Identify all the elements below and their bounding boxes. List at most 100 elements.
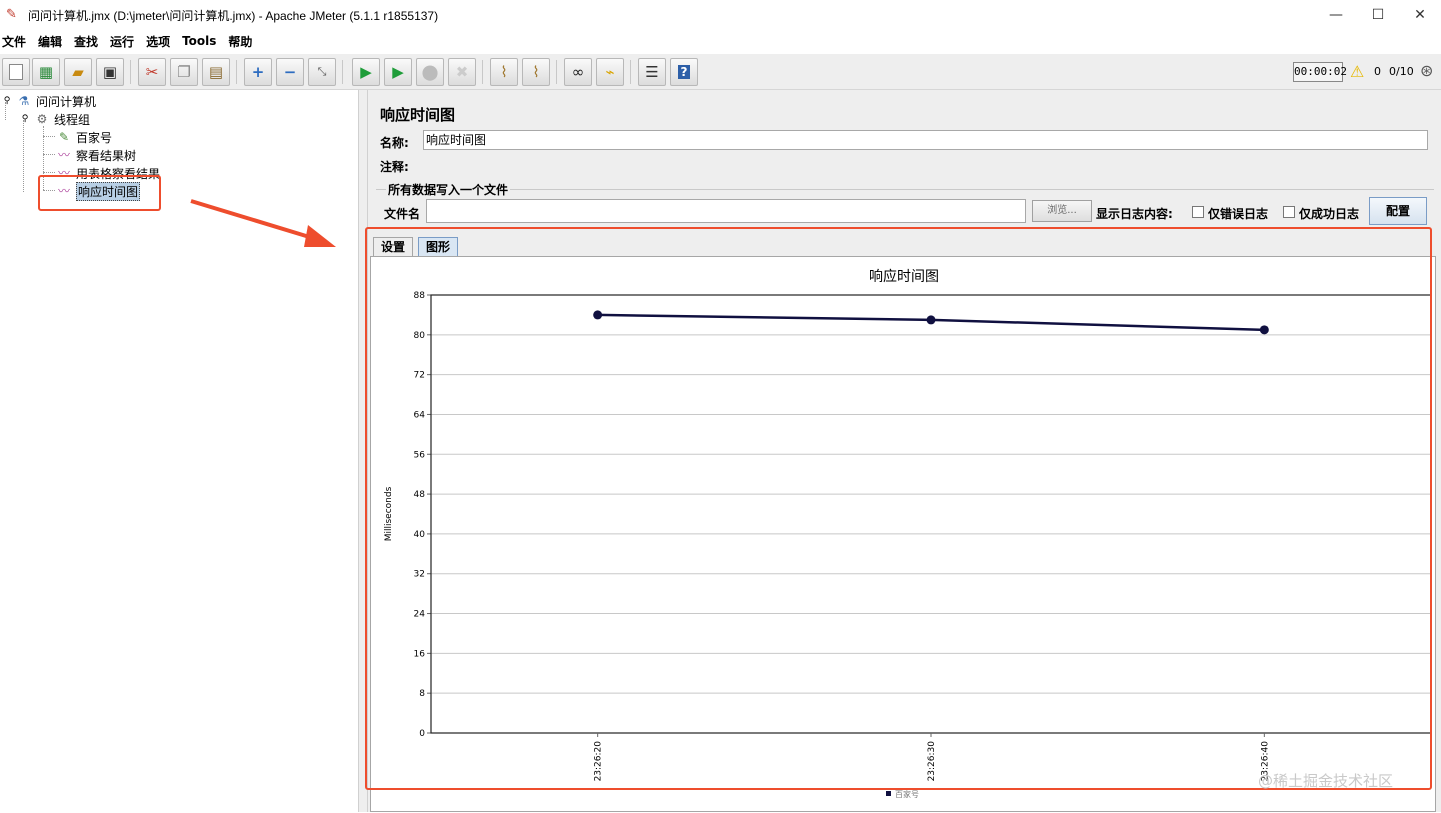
tree-item-label: 察看结果树 — [76, 148, 137, 163]
listener-icon: 〰 — [57, 148, 70, 162]
toolbar-separator — [630, 60, 631, 84]
clear-all-icon: ⌇ — [532, 63, 540, 81]
name-label: 名称: — [380, 136, 409, 150]
start-no-pause-button[interactable]: ▶ — [384, 58, 412, 86]
tree-item-thread-group[interactable]: ⚲ ⚙ 线程组 — [20, 110, 90, 128]
tree-connector — [23, 120, 24, 192]
watermark: @稀土掘金技术社区 — [1258, 772, 1394, 790]
browse-button[interactable]: 浏览... — [1032, 200, 1092, 222]
paste-button[interactable]: ▤ — [202, 58, 230, 86]
clear-all-button[interactable]: ⌇ — [522, 58, 550, 86]
function-helper-icon: ☰ — [645, 63, 659, 81]
warning-count: 0 — [1374, 65, 1381, 78]
tree-item-label: 线程组 — [54, 112, 91, 127]
success-only-checkbox[interactable] — [1283, 206, 1295, 218]
broom-icon: ⌁ — [605, 63, 615, 81]
tree-item-test-plan[interactable]: ⚲ ⚗ 问问计算机 — [2, 92, 96, 110]
stop-icon: ⬤ — [421, 63, 439, 81]
log-content-label: 显示日志内容: — [1096, 207, 1173, 221]
thread-group-icon: ⚙ — [36, 112, 48, 126]
help-button[interactable]: ? — [670, 58, 698, 86]
close-icon: ✕ — [1414, 7, 1426, 23]
highlight-box — [38, 175, 161, 211]
element-editor-panel: 响应时间图 名称: 响应时间图 注释: 所有数据写入一个文件 文件名 浏览...… — [365, 90, 1441, 812]
tree-item-label: 百家号 — [76, 130, 113, 145]
save-button[interactable]: ▣ — [96, 58, 124, 86]
collapse-icon: − — [283, 63, 297, 81]
filename-field[interactable] — [426, 199, 1026, 223]
collapse-button[interactable]: − — [276, 58, 304, 86]
tree-item-sampler[interactable]: ✎ 百家号 — [56, 128, 112, 146]
success-only-label: 仅成功日志 — [1299, 207, 1360, 221]
new-button[interactable] — [2, 58, 30, 86]
comment-field[interactable] — [423, 154, 1428, 174]
sampler-icon: ✎ — [58, 130, 70, 144]
help-icon: ? — [677, 65, 691, 79]
maximize-button[interactable]: ☐ — [1355, 0, 1401, 30]
open-button[interactable]: ▰ — [64, 58, 92, 86]
comment-label: 注释: — [380, 160, 409, 174]
minimize-button[interactable]: — — [1313, 0, 1359, 30]
cut-button[interactable]: ✂ — [138, 58, 166, 86]
warning-icon[interactable]: ⚠ — [1350, 62, 1364, 81]
toolbar-separator — [236, 60, 237, 84]
menu-run[interactable]: 运行 — [110, 33, 134, 50]
configure-button[interactable]: 配置 — [1369, 197, 1427, 225]
panel-title: 响应时间图 — [380, 106, 456, 124]
title-bar: ✎ 问问计算机.jmx (D:\jmeter\问问计算机.jmx) - Apac… — [0, 0, 1441, 30]
test-plan-icon: ⚗ — [18, 94, 30, 108]
toolbar-separator — [556, 60, 557, 84]
tree-item-view-results-tree[interactable]: 〰 察看结果树 — [56, 146, 136, 164]
expand-button[interactable]: + — [244, 58, 272, 86]
menu-file[interactable]: 文件 — [2, 33, 26, 50]
close-button[interactable]: ✕ — [1397, 0, 1441, 30]
expand-handle-icon[interactable]: ⚲ — [2, 93, 12, 109]
shutdown-icon: ✖ — [455, 63, 469, 81]
stop-button[interactable]: ⬤ — [416, 58, 444, 86]
templates-button[interactable]: ▦ — [32, 58, 60, 86]
maximize-icon: ☐ — [1371, 7, 1385, 23]
open-icon: ▰ — [72, 63, 84, 81]
clear-button[interactable]: ⌇ — [490, 58, 518, 86]
reset-search-button[interactable]: ⌁ — [596, 58, 624, 86]
active-threads: 0/10 — [1389, 65, 1414, 78]
save-icon: ▣ — [102, 63, 118, 81]
menu-search[interactable]: 查找 — [74, 33, 98, 50]
highlight-box — [365, 227, 1432, 790]
name-field[interactable]: 响应时间图 — [423, 130, 1428, 150]
tree-connector — [43, 172, 55, 173]
toggle-button[interactable]: ⤡ — [308, 58, 336, 86]
legend-label: 百家号 — [895, 789, 919, 799]
toggle-icon: ⤡ — [317, 65, 327, 78]
templates-icon: ▦ — [38, 63, 54, 81]
errors-only-checkbox[interactable] — [1192, 206, 1204, 218]
start-button[interactable]: ▶ — [352, 58, 380, 86]
toolbar-separator — [342, 60, 343, 84]
start-icon: ▶ — [360, 63, 372, 81]
file-section-title: 所有数据写入一个文件 — [386, 181, 511, 198]
toolbar-separator — [482, 60, 483, 84]
menu-edit[interactable]: 编辑 — [38, 33, 62, 50]
binoculars-icon: ∞ — [571, 63, 585, 81]
menu-tools[interactable]: Tools — [182, 34, 216, 48]
tree-item-label: 问问计算机 — [36, 94, 97, 109]
function-helper-button[interactable]: ☰ — [638, 58, 666, 86]
menu-options[interactable]: 选项 — [146, 33, 170, 50]
copy-button[interactable]: ❐ — [170, 58, 198, 86]
menu-help[interactable]: 帮助 — [228, 33, 252, 50]
annotation-arrow — [190, 199, 336, 247]
toolbar: ▦ ▰ ▣ ✂ ❐ ▤ + − ⤡ ▶ ▶ ⬤ ✖ ⌇ ⌇ ∞ ⌁ ☰ ? 00… — [0, 54, 1441, 90]
minimize-icon: — — [1329, 7, 1343, 23]
shutdown-button[interactable]: ✖ — [448, 58, 476, 86]
search-button[interactable]: ∞ — [564, 58, 592, 86]
menu-bar: 文件 编辑 查找 运行 选项 Tools 帮助 — [0, 30, 1441, 52]
legend-swatch — [886, 791, 891, 796]
expand-handle-icon[interactable]: ⚲ — [20, 111, 30, 127]
tree-connector — [43, 154, 55, 155]
paste-icon: ▤ — [208, 63, 224, 81]
clear-icon: ⌇ — [500, 63, 508, 81]
copy-icon: ❐ — [177, 63, 191, 81]
remote-status-icon: ⊛ — [1420, 61, 1434, 80]
cut-icon: ✂ — [145, 63, 159, 81]
jmeter-feather-icon: ✎ — [6, 7, 17, 22]
